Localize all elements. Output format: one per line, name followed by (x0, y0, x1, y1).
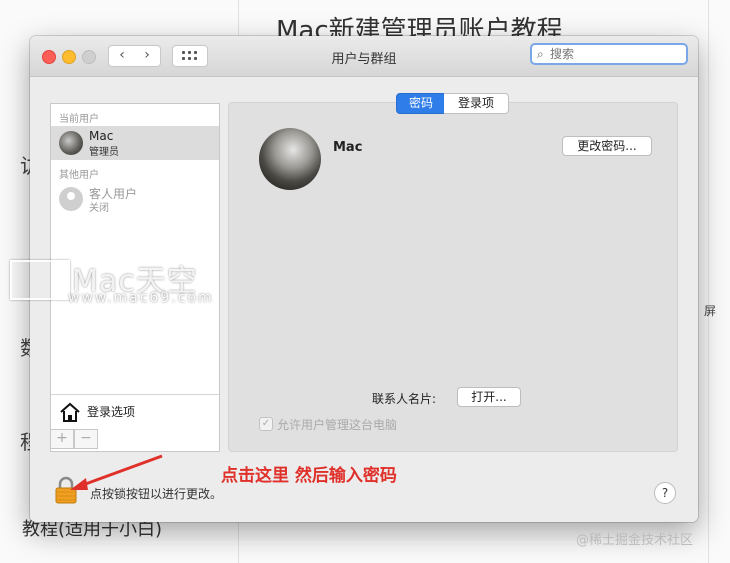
annotation-text: 点击这里 然后输入密码 (221, 466, 397, 486)
user-name: Mac (89, 129, 114, 143)
user-role: 管理员 (89, 147, 119, 158)
account-name: Mac (333, 140, 363, 155)
help-button[interactable]: ? (654, 482, 676, 504)
tab-login-items[interactable]: 登录项 (444, 93, 509, 114)
add-user-button[interactable]: + (50, 429, 74, 449)
change-password-button[interactable]: 更改密码... (562, 136, 652, 156)
login-options-item[interactable]: 登录选项 (51, 394, 219, 429)
watermark-logo-icon (10, 260, 70, 300)
avatar (59, 131, 83, 155)
red-arrow-icon (70, 454, 163, 490)
search-icon: ⌕ (537, 47, 544, 61)
user-item-mac[interactable]: Mac 管理员 (51, 126, 219, 160)
search-input[interactable] (550, 46, 684, 62)
site-credit: @稀土掘金技术社区 (576, 533, 694, 548)
remove-user-button[interactable]: − (74, 429, 98, 449)
contact-card-label: 联系人名片: (372, 392, 437, 406)
open-contact-button[interactable]: 打开... (457, 387, 521, 407)
house-icon (60, 402, 80, 422)
allow-admin-label: 允许用户管理这台电脑 (277, 418, 398, 432)
other-users-header: 其他用户 (59, 170, 99, 181)
guest-avatar-icon (59, 187, 83, 211)
guest-status: 关闭 (89, 203, 109, 214)
user-item-guest[interactable]: 客人用户 关闭 (51, 182, 219, 216)
search-box[interactable]: ⌕ (530, 43, 688, 65)
user-picture[interactable] (259, 128, 321, 190)
allow-admin-checkbox[interactable]: ✓ (259, 417, 273, 431)
add-remove-bar: + − (50, 429, 220, 449)
title-bar: ‹ › 用户与群组 ⌕ (30, 36, 698, 77)
watermark-url: www.mac69.com (68, 290, 214, 306)
login-options-label: 登录选项 (87, 405, 136, 419)
tab-password[interactable]: 密码 (396, 93, 446, 114)
current-users-header: 当前用户 (59, 114, 99, 125)
